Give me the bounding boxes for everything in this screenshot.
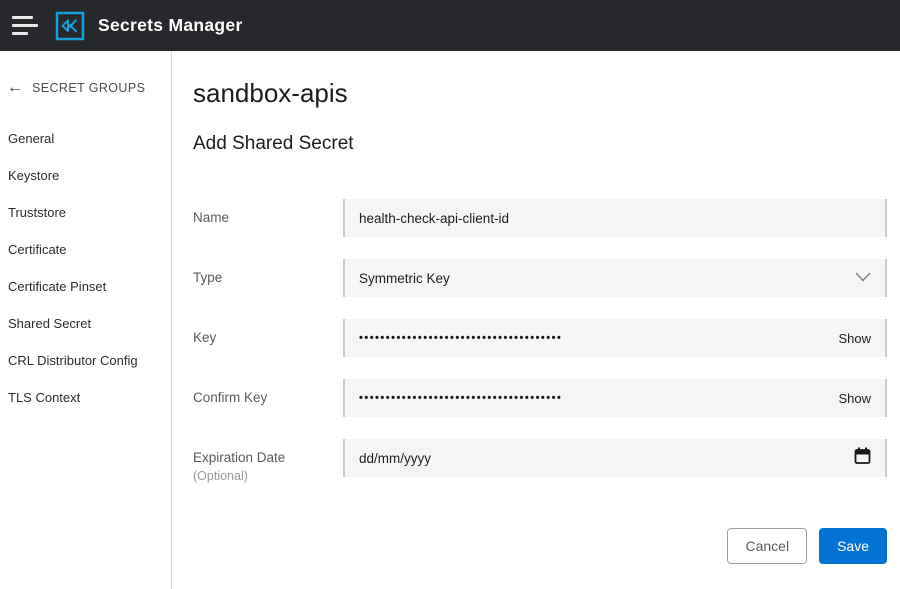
add-shared-secret-form: Name Type Symmetric Key Key bbox=[193, 199, 887, 564]
secrets-manager-logo-icon bbox=[54, 10, 86, 42]
confirm-key-label: Confirm Key bbox=[193, 379, 343, 417]
type-selected-value: Symmetric Key bbox=[359, 271, 855, 286]
sidebar-item-crl-distributor-config[interactable]: CRL Distributor Config bbox=[0, 345, 171, 376]
type-row: Type Symmetric Key bbox=[193, 259, 887, 297]
expiration-date-label-text: Expiration Date bbox=[193, 450, 285, 465]
back-arrow-icon: ← bbox=[7, 80, 23, 96]
key-field-wrapper: •••••••••••••••••••••••••••••••••••••• S… bbox=[343, 319, 887, 357]
expiration-date-input[interactable]: dd/mm/yyyy bbox=[343, 439, 887, 477]
chevron-down-icon[interactable] bbox=[855, 269, 871, 287]
confirm-key-row: Confirm Key ••••••••••••••••••••••••••••… bbox=[193, 379, 887, 417]
sidebar-item-keystore[interactable]: Keystore bbox=[0, 160, 171, 191]
key-masked-input[interactable]: •••••••••••••••••••••••••••••••••••••• bbox=[359, 332, 838, 344]
calendar-icon[interactable] bbox=[854, 447, 871, 470]
type-select[interactable]: Symmetric Key bbox=[343, 259, 887, 297]
name-label: Name bbox=[193, 199, 343, 237]
expiration-date-row: Expiration Date (Optional) dd/mm/yyyy bbox=[193, 439, 887, 485]
sidebar-item-certificate[interactable]: Certificate bbox=[0, 234, 171, 265]
expiration-date-optional-text: (Optional) bbox=[193, 469, 248, 483]
form-actions: Cancel Save bbox=[193, 528, 887, 564]
confirm-key-show-button[interactable]: Show bbox=[838, 391, 871, 406]
expiration-date-label: Expiration Date (Optional) bbox=[193, 439, 343, 485]
page-layout: ← SECRET GROUPS General Keystore Trustst… bbox=[0, 51, 900, 589]
top-bar: Secrets Manager bbox=[0, 0, 900, 51]
app-title: Secrets Manager bbox=[98, 15, 243, 36]
type-label: Type bbox=[193, 259, 343, 297]
sidebar-item-shared-secret[interactable]: Shared Secret bbox=[0, 308, 171, 339]
cancel-button[interactable]: Cancel bbox=[727, 528, 807, 564]
name-row: Name bbox=[193, 199, 887, 237]
save-button[interactable]: Save bbox=[819, 528, 887, 564]
sidebar-back-link[interactable]: ← SECRET GROUPS bbox=[0, 80, 171, 96]
key-label: Key bbox=[193, 319, 343, 357]
sidebar-item-general[interactable]: General bbox=[0, 123, 171, 154]
name-field-wrapper bbox=[343, 199, 887, 237]
main-content: sandbox-apis Add Shared Secret Name Type… bbox=[172, 51, 900, 589]
key-row: Key ••••••••••••••••••••••••••••••••••••… bbox=[193, 319, 887, 357]
sidebar-item-truststore[interactable]: Truststore bbox=[0, 197, 171, 228]
key-show-button[interactable]: Show bbox=[838, 331, 871, 346]
sidebar-item-certificate-pinset[interactable]: Certificate Pinset bbox=[0, 271, 171, 302]
sidebar-nav: General Keystore Truststore Certificate … bbox=[0, 123, 171, 413]
sidebar-back-label: SECRET GROUPS bbox=[32, 81, 145, 95]
section-title: Add Shared Secret bbox=[193, 133, 887, 155]
sidebar: ← SECRET GROUPS General Keystore Trustst… bbox=[0, 51, 172, 589]
name-input[interactable] bbox=[359, 211, 871, 226]
confirm-key-field-wrapper: •••••••••••••••••••••••••••••••••••••• S… bbox=[343, 379, 887, 417]
hamburger-menu-icon[interactable] bbox=[8, 9, 42, 43]
confirm-key-masked-input[interactable]: •••••••••••••••••••••••••••••••••••••• bbox=[359, 392, 838, 404]
expiration-date-placeholder: dd/mm/yyyy bbox=[359, 451, 854, 466]
page-title: sandbox-apis bbox=[193, 78, 887, 109]
sidebar-item-tls-context[interactable]: TLS Context bbox=[0, 382, 171, 413]
